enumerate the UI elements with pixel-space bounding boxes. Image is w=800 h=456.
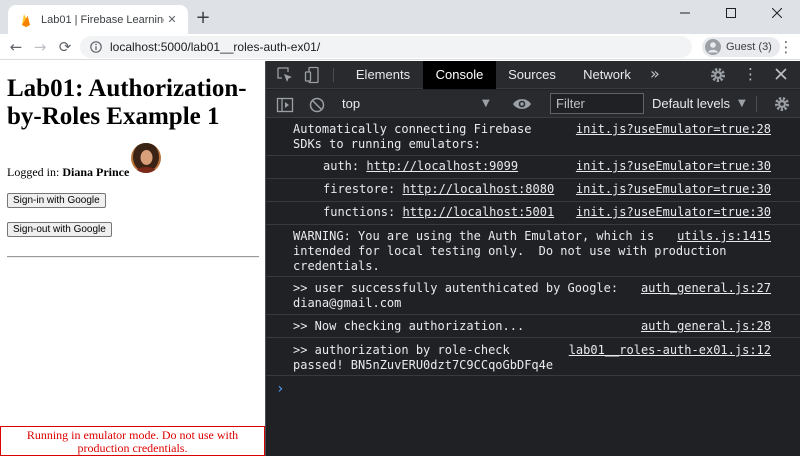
console-source-link[interactable]: init.js?useEmulator=true:30 (576, 205, 771, 220)
console-source-link[interactable]: auth_general.js:28 (641, 319, 771, 334)
divider (756, 96, 757, 112)
console-message: firestore: http://localhost:8080 init.js… (266, 179, 800, 202)
emulator-warning: Running in emulator mode. Do not use wit… (0, 426, 265, 456)
console-message: >> Now checking authorization... auth_ge… (266, 315, 800, 338)
tab-elements[interactable]: Elements (344, 61, 422, 89)
tab-strip: Lab01 | Firebase Learning ✕ + (0, 0, 800, 34)
signout-google-button[interactable]: Sign-out with Google (7, 222, 112, 237)
console-prompt[interactable]: › (276, 381, 284, 397)
dropdown-arrow-icon[interactable]: ▼ (482, 94, 490, 114)
address-bar[interactable]: localhost:5000/lab01__roles-auth-ex01/ (80, 36, 692, 58)
tab-console[interactable]: Console (423, 61, 496, 89)
back-button[interactable]: ← (6, 36, 26, 58)
log-levels-dropdown[interactable]: Default levels (652, 94, 730, 114)
console-source-link[interactable]: init.js?useEmulator=true:30 (576, 182, 771, 197)
console-source-link[interactable]: init.js?useEmulator=true:30 (576, 159, 771, 174)
firebase-icon (22, 14, 30, 27)
console-message-text: firestore: http://localhost:8080 (323, 182, 554, 197)
devtools-menu-icon[interactable]: ⋮ (743, 65, 758, 83)
emulator-url-link[interactable]: http://localhost:5001 (402, 205, 554, 219)
console-message-text: WARNING: You are using the Auth Emulator… (293, 229, 655, 243)
window-close-icon[interactable] (754, 0, 800, 26)
profile-label: Guest (3) (726, 41, 772, 53)
maximize-icon[interactable] (708, 0, 754, 26)
console-message: auth: http://localhost:9099 init.js?useE… (266, 156, 800, 179)
reload-button[interactable]: ⟳ (55, 36, 75, 58)
page-title: Lab01: Authorization-by-Roles Example 1 (7, 75, 247, 130)
profile-button[interactable]: Guest (3) (702, 37, 780, 57)
console-settings-gear-icon[interactable] (774, 96, 790, 112)
user-avatar (131, 143, 161, 173)
console-message: >> authorization by role-check passed! B… (266, 338, 800, 376)
console-message: >> user successfully autenthicated by Go… (266, 277, 800, 315)
filter-input[interactable]: Filter (550, 93, 644, 114)
guest-avatar-icon (705, 39, 721, 55)
signin-google-button[interactable]: Sign-in with Google (7, 193, 106, 208)
web-page: Lab01: Authorization-by-Roles Example 1 … (0, 61, 265, 456)
live-expression-eye-icon[interactable] (512, 96, 532, 112)
emulator-label: functions: (323, 205, 403, 219)
inspect-element-icon[interactable] (276, 66, 294, 84)
logged-in-status: Logged in: Diana Prince (7, 165, 129, 180)
tab-title: Lab01 | Firebase Learning (41, 13, 164, 26)
console-message-text: Automatically connecting Firebase (293, 122, 532, 136)
console-message-text: auth: http://localhost:9099 (323, 159, 518, 174)
logged-in-label: Logged in: (7, 165, 63, 179)
console-message-text: >> user successfully autenthicated by Go… (293, 281, 619, 295)
console-message-text: functions: http://localhost:5001 (323, 205, 554, 220)
settings-gear-icon[interactable] (710, 67, 726, 83)
console-message: WARNING: You are using the Auth Emulator… (266, 225, 800, 277)
console-message-text: intended for local testing only. Do not … (293, 244, 727, 258)
device-toolbar-icon[interactable] (304, 66, 322, 84)
console-message-text: credentials. (293, 259, 380, 273)
console-message-text: SDKs to running emulators: (293, 137, 481, 151)
more-tabs-icon[interactable]: » (650, 61, 660, 89)
tab-sources[interactable]: Sources (499, 61, 565, 89)
emulator-label: firestore: (323, 182, 403, 196)
info-icon[interactable] (90, 41, 102, 53)
horizontal-rule (7, 256, 259, 258)
emulator-label: auth: (323, 159, 367, 173)
browser-toolbar: ← → ⟳ localhost:5000/lab01__roles-auth-e… (0, 34, 800, 60)
console-source-link[interactable]: auth_general.js:27 (641, 281, 771, 296)
divider (333, 68, 334, 82)
console-message-text: >> authorization by role-check (293, 343, 510, 357)
console-output: Automatically connecting Firebase SDKs t… (266, 119, 800, 456)
browser-menu-icon[interactable]: ⋮ (778, 38, 794, 56)
console-message: functions: http://localhost:5001 init.js… (266, 202, 800, 225)
console-source-link[interactable]: lab01__roles-auth-ex01.js:12 (569, 343, 771, 358)
minimize-icon[interactable] (662, 0, 708, 26)
emulator-url-link[interactable]: http://localhost:9099 (366, 159, 518, 173)
browser-tab[interactable]: Lab01 | Firebase Learning ✕ (8, 5, 188, 34)
dropdown-arrow-icon[interactable]: ▼ (738, 94, 746, 114)
forward-button[interactable]: → (30, 36, 50, 58)
console-sidebar-icon[interactable] (276, 96, 294, 114)
console-message-text: >> Now checking authorization... (293, 319, 525, 333)
console-message-text: passed! BN5nZuvERU0dzt7C9CCqoGbDFq4e (293, 358, 554, 372)
tab-network[interactable]: Network (572, 61, 642, 89)
emulator-url-link[interactable]: http://localhost:8080 (402, 182, 554, 196)
devtools-tabbar: Elements Console Sources Network » ⋮ (266, 61, 800, 89)
console-source-link[interactable]: utils.js:1415 (677, 229, 771, 244)
clear-console-icon[interactable] (308, 96, 326, 114)
close-devtools-icon[interactable] (772, 65, 790, 83)
url-text[interactable]: localhost:5000/lab01__roles-auth-ex01/ (110, 40, 320, 54)
user-name: Diana Prince (62, 165, 130, 179)
context-selector[interactable]: top (342, 94, 492, 114)
devtools-panel: Elements Console Sources Network » ⋮ top… (265, 61, 800, 456)
close-tab-icon[interactable]: ✕ (164, 13, 180, 26)
console-message-text: diana@gmail.com (293, 296, 402, 310)
console-source-link[interactable]: init.js?useEmulator=true:28 (576, 122, 771, 137)
console-message: Automatically connecting Firebase SDKs t… (266, 119, 800, 156)
new-tab-button[interactable]: + (193, 9, 213, 29)
console-toolbar: top ▼ Filter Default levels ▼ (266, 90, 800, 118)
